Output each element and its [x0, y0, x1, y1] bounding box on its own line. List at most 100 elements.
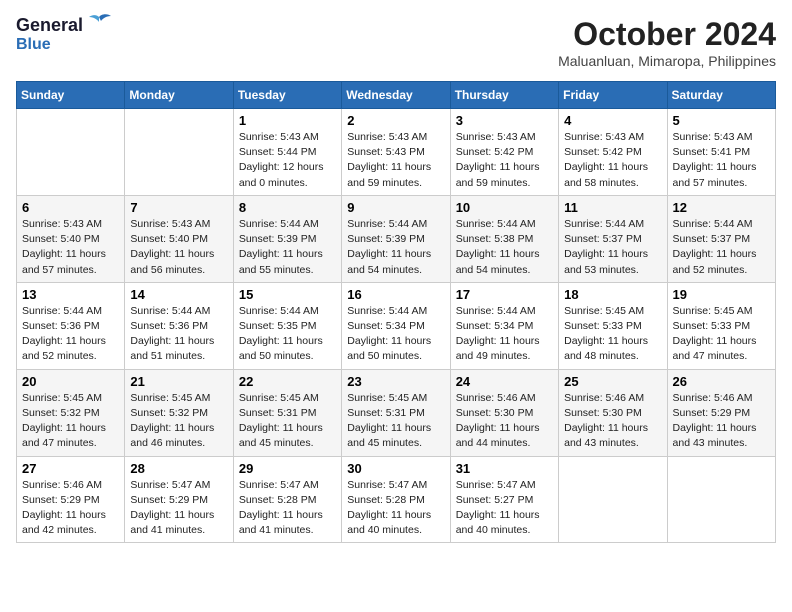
calendar-cell: 6Sunrise: 5:43 AMSunset: 5:40 PMDaylight… [17, 195, 125, 282]
calendar-cell: 11Sunrise: 5:44 AMSunset: 5:37 PMDayligh… [559, 195, 667, 282]
day-info: Sunrise: 5:44 AMSunset: 5:39 PMDaylight:… [239, 217, 336, 278]
day-number: 19 [673, 287, 770, 302]
day-number: 15 [239, 287, 336, 302]
day-number: 14 [130, 287, 227, 302]
day-info: Sunrise: 5:45 AMSunset: 5:31 PMDaylight:… [239, 391, 336, 452]
calendar-cell: 1Sunrise: 5:43 AMSunset: 5:44 PMDaylight… [233, 109, 341, 196]
calendar-header-sunday: Sunday [17, 82, 125, 109]
logo-text-general: General [16, 16, 83, 36]
location-title: Maluanluan, Mimaropa, Philippines [558, 53, 776, 69]
day-info: Sunrise: 5:43 AMSunset: 5:43 PMDaylight:… [347, 130, 444, 191]
calendar-cell: 20 Sunrise: 5:45 AMSunset: 5:32 PMDayligh… [17, 369, 125, 456]
day-number: 3 [456, 113, 553, 128]
day-number: 24 [456, 374, 553, 389]
day-number: 17 [456, 287, 553, 302]
calendar-cell: 12 Sunrise: 5:44 AMSunset: 5:37 PMDayligh… [667, 195, 775, 282]
calendar-cell: 30 Sunrise: 5:47 AMSunset: 5:28 PMDayligh… [342, 456, 450, 543]
day-number: 21 [130, 374, 227, 389]
calendar-cell: 4 Sunrise: 5:43 AMSunset: 5:42 PMDaylight… [559, 109, 667, 196]
calendar-header-thursday: Thursday [450, 82, 558, 109]
calendar-cell: 29 Sunrise: 5:47 AMSunset: 5:28 PMDayligh… [233, 456, 341, 543]
day-number: 7 [130, 200, 227, 215]
day-info: Sunrise: 5:45 AMSunset: 5:31 PMDaylight:… [347, 391, 444, 452]
calendar-cell: 14 Sunrise: 5:44 AMSunset: 5:36 PMDayligh… [125, 282, 233, 369]
calendar-cell: 24 Sunrise: 5:46 AMSunset: 5:30 PMDayligh… [450, 369, 558, 456]
calendar-header-monday: Monday [125, 82, 233, 109]
day-info: Sunrise: 5:43 AMSunset: 5:42 PMDaylight:… [456, 130, 553, 191]
calendar-week-row: 13 Sunrise: 5:44 AMSunset: 5:36 PMDayligh… [17, 282, 776, 369]
day-number: 12 [673, 200, 770, 215]
day-info: Sunrise: 5:43 AMSunset: 5:42 PMDaylight:… [564, 130, 661, 191]
day-info: Sunrise: 5:46 AMSunset: 5:30 PMDaylight:… [564, 391, 661, 452]
day-number: 31 [456, 461, 553, 476]
calendar-cell: 27Sunrise: 5:46 AMSunset: 5:29 PMDayligh… [17, 456, 125, 543]
calendar-header-saturday: Saturday [667, 82, 775, 109]
day-info: Sunrise: 5:47 AMSunset: 5:28 PMDaylight:… [347, 478, 444, 539]
day-info: Sunrise: 5:45 AMSunset: 5:33 PMDaylight:… [673, 304, 770, 365]
day-number: 25 [564, 374, 661, 389]
calendar-cell: 28Sunrise: 5:47 AMSunset: 5:29 PMDayligh… [125, 456, 233, 543]
day-number: 4 [564, 113, 661, 128]
calendar-cell: 5 Sunrise: 5:43 AMSunset: 5:41 PMDaylight… [667, 109, 775, 196]
calendar-week-row: 20 Sunrise: 5:45 AMSunset: 5:32 PMDayligh… [17, 369, 776, 456]
day-number: 9 [347, 200, 444, 215]
calendar-week-row: 27Sunrise: 5:46 AMSunset: 5:29 PMDayligh… [17, 456, 776, 543]
day-info: Sunrise: 5:47 AMSunset: 5:27 PMDaylight:… [456, 478, 553, 539]
calendar-cell: 3 Sunrise: 5:43 AMSunset: 5:42 PMDaylight… [450, 109, 558, 196]
day-info: Sunrise: 5:47 AMSunset: 5:28 PMDaylight:… [239, 478, 336, 539]
calendar-header-tuesday: Tuesday [233, 82, 341, 109]
day-number: 20 [22, 374, 119, 389]
day-info: Sunrise: 5:44 AMSunset: 5:34 PMDaylight:… [456, 304, 553, 365]
day-number: 2 [347, 113, 444, 128]
day-number: 30 [347, 461, 444, 476]
day-info: Sunrise: 5:45 AMSunset: 5:33 PMDaylight:… [564, 304, 661, 365]
day-info: Sunrise: 5:44 AMSunset: 5:37 PMDaylight:… [673, 217, 770, 278]
day-number: 6 [22, 200, 119, 215]
calendar-cell: 15 Sunrise: 5:44 AMSunset: 5:35 PMDayligh… [233, 282, 341, 369]
day-number: 26 [673, 374, 770, 389]
calendar-cell [667, 456, 775, 543]
day-number: 16 [347, 287, 444, 302]
day-info: Sunrise: 5:44 AMSunset: 5:38 PMDaylight:… [456, 217, 553, 278]
day-number: 13 [22, 287, 119, 302]
calendar-header-wednesday: Wednesday [342, 82, 450, 109]
calendar-cell: 25 Sunrise: 5:46 AMSunset: 5:30 PMDayligh… [559, 369, 667, 456]
day-info: Sunrise: 5:46 AMSunset: 5:30 PMDaylight:… [456, 391, 553, 452]
month-title: October 2024 [558, 16, 776, 53]
day-number: 29 [239, 461, 336, 476]
calendar-cell [17, 109, 125, 196]
calendar-cell: 21 Sunrise: 5:45 AMSunset: 5:32 PMDayligh… [125, 369, 233, 456]
day-number: 28 [130, 461, 227, 476]
day-info: Sunrise: 5:45 AMSunset: 5:32 PMDaylight:… [22, 391, 119, 452]
day-info: Sunrise: 5:43 AMSunset: 5:44 PMDaylight:… [239, 130, 336, 191]
day-number: 27 [22, 461, 119, 476]
calendar-cell: 19 Sunrise: 5:45 AMSunset: 5:33 PMDayligh… [667, 282, 775, 369]
calendar-cell: 13Sunrise: 5:44 AMSunset: 5:36 PMDayligh… [17, 282, 125, 369]
calendar-cell: 17 Sunrise: 5:44 AMSunset: 5:34 PMDayligh… [450, 282, 558, 369]
title-section: October 2024 Maluanluan, Mimaropa, Phili… [558, 16, 776, 69]
calendar-cell: 16 Sunrise: 5:44 AMSunset: 5:34 PMDayligh… [342, 282, 450, 369]
calendar-header-friday: Friday [559, 82, 667, 109]
day-info: Sunrise: 5:44 AMSunset: 5:35 PMDaylight:… [239, 304, 336, 365]
calendar-week-row: 6 Sunrise: 5:43 AMSunset: 5:40 PMDaylight… [17, 195, 776, 282]
day-info: Sunrise: 5:43 AMSunset: 5:41 PMDaylight:… [673, 130, 770, 191]
logo-bird-icon [85, 13, 113, 35]
page-header: General Blue October 2024 Maluanluan, Mi… [16, 16, 776, 69]
calendar-week-row: 1Sunrise: 5:43 AMSunset: 5:44 PMDaylight… [17, 109, 776, 196]
calendar-cell [559, 456, 667, 543]
calendar-cell [125, 109, 233, 196]
calendar-cell: 31 Sunrise: 5:47 AMSunset: 5:27 PMDayligh… [450, 456, 558, 543]
day-info: Sunrise: 5:43 AMSunset: 5:40 PMDaylight:… [130, 217, 227, 278]
calendar-cell: 18 Sunrise: 5:45 AMSunset: 5:33 PMDayligh… [559, 282, 667, 369]
day-info: Sunrise: 5:44 AMSunset: 5:34 PMDaylight:… [347, 304, 444, 365]
day-number: 5 [673, 113, 770, 128]
calendar-header-row: SundayMondayTuesdayWednesdayThursdayFrid… [17, 82, 776, 109]
calendar-cell: 22Sunrise: 5:45 AMSunset: 5:31 PMDayligh… [233, 369, 341, 456]
calendar-table: SundayMondayTuesdayWednesdayThursdayFrid… [16, 81, 776, 543]
day-number: 18 [564, 287, 661, 302]
logo: General Blue [16, 16, 113, 53]
day-number: 11 [564, 200, 661, 215]
calendar-cell: 2 Sunrise: 5:43 AMSunset: 5:43 PMDaylight… [342, 109, 450, 196]
day-info: Sunrise: 5:45 AMSunset: 5:32 PMDaylight:… [130, 391, 227, 452]
day-info: Sunrise: 5:44 AMSunset: 5:36 PMDaylight:… [130, 304, 227, 365]
